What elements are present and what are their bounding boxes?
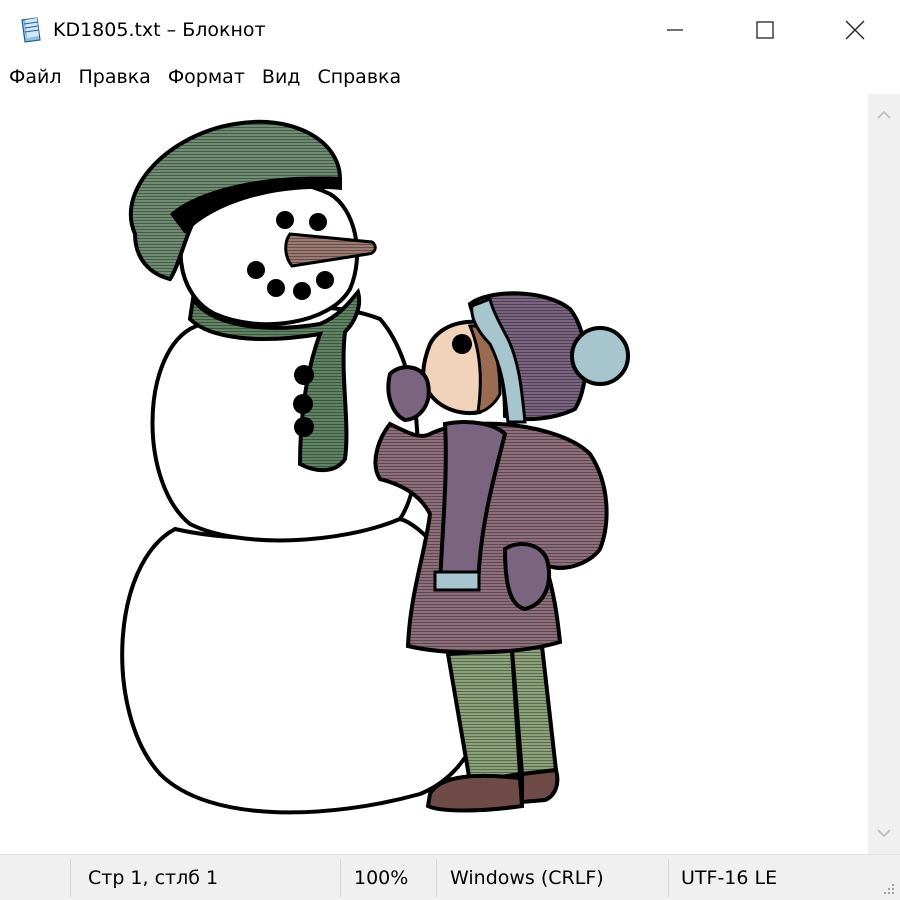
resize-grip-icon[interactable] — [882, 882, 896, 896]
status-separator — [70, 859, 71, 897]
vertical-scrollbar[interactable] — [868, 94, 900, 854]
status-zoom: 100% — [354, 867, 409, 889]
menu-bar: Файл Правка Формат Вид Справка — [0, 60, 900, 94]
maximize-button[interactable] — [720, 0, 810, 60]
chevron-down-icon — [877, 829, 891, 838]
maximize-icon — [756, 21, 774, 39]
status-separator — [340, 859, 341, 897]
status-cursor-position: Стр 1, стлб 1 — [88, 867, 219, 889]
scroll-down-button[interactable] — [868, 820, 900, 846]
menu-file[interactable]: Файл — [9, 64, 62, 90]
scroll-up-button[interactable] — [868, 102, 900, 128]
menu-edit[interactable]: Правка — [79, 64, 151, 90]
notepad-icon — [21, 17, 41, 43]
snowman-child-ascii-art — [120, 119, 630, 815]
title-bar[interactable]: KD1805.txt – Блокнот — [0, 0, 900, 60]
window-title: KD1805.txt – Блокнот — [53, 19, 266, 41]
menu-view[interactable]: Вид — [262, 64, 301, 90]
text-editor[interactable] — [0, 94, 868, 854]
close-icon — [845, 20, 865, 40]
status-separator — [436, 859, 437, 897]
status-encoding: UTF-16 LE — [681, 867, 778, 889]
menu-help[interactable]: Справка — [317, 64, 401, 90]
menu-format[interactable]: Формат — [168, 64, 245, 90]
minimize-icon — [667, 29, 683, 31]
chevron-up-icon — [877, 110, 891, 119]
status-bar: Стр 1, стлб 1 100% Windows (CRLF) UTF-16… — [0, 854, 900, 900]
close-button[interactable] — [810, 0, 900, 60]
minimize-button[interactable] — [630, 0, 720, 60]
status-separator — [668, 859, 669, 897]
status-line-endings: Windows (CRLF) — [450, 867, 604, 889]
